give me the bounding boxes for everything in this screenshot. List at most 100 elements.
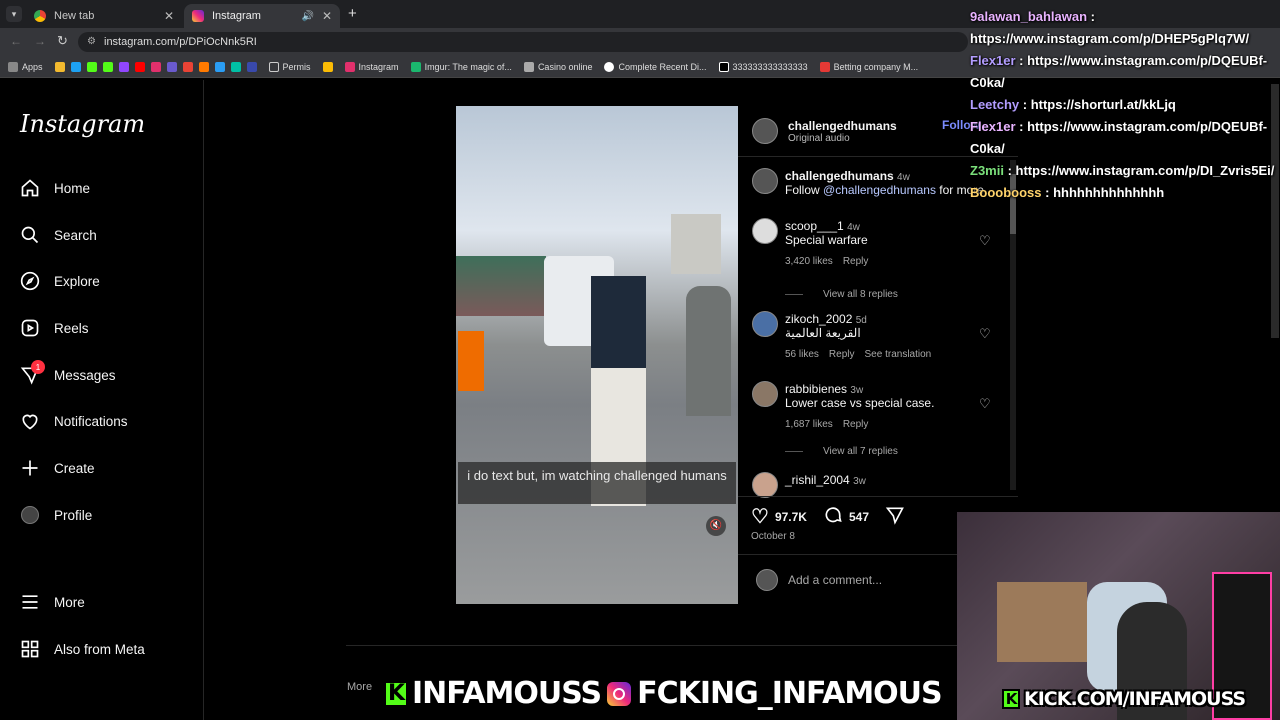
messages-badge: 1 — [31, 360, 45, 374]
github-icon — [604, 61, 615, 72]
bookmark-github[interactable]: Complete Recent Di... — [604, 61, 707, 72]
bookmark-chart[interactable] — [322, 61, 333, 72]
nav-also-from-meta[interactable]: Also from Meta — [20, 636, 145, 662]
site-info-icon[interactable]: ⚙ — [87, 36, 96, 47]
instagram-logo-icon — [605, 679, 634, 708]
comment-avatar[interactable] — [752, 311, 778, 337]
comment-username[interactable]: zikoch_2002 — [785, 312, 852, 326]
comment-count[interactable]: 547 — [849, 510, 869, 524]
nav-explore[interactable]: Explore — [20, 268, 100, 294]
comment-username[interactable]: _rishil_2004 — [785, 473, 850, 487]
share-icon[interactable] — [885, 505, 905, 528]
twitch-icon — [118, 61, 129, 72]
caption-mention[interactable]: @challengedhumans — [823, 183, 936, 197]
comment-avatar[interactable] — [752, 472, 778, 498]
nav-label: Profile — [54, 507, 93, 523]
avatar-icon — [20, 505, 40, 525]
chat-username: Flex1er — [970, 53, 1016, 68]
nav-reels[interactable]: Reels — [20, 315, 89, 341]
kick-logo-icon: K — [384, 680, 408, 707]
reload-icon[interactable]: ↻ — [57, 33, 68, 49]
nav-search[interactable]: Search — [20, 222, 97, 248]
meta-grid-icon — [20, 639, 40, 659]
new-tab-button[interactable]: + — [348, 5, 357, 22]
reply-button[interactable]: Reply — [843, 419, 869, 430]
comment-username[interactable]: scoop___1 — [785, 219, 844, 233]
see-translation-button[interactable]: See translation — [865, 349, 932, 360]
comment-username[interactable]: rabbibienes — [785, 382, 847, 396]
nav-label: Notifications — [54, 413, 128, 429]
bookmark-betting[interactable]: Betting company M... — [819, 61, 919, 72]
address-bar[interactable]: ⚙ instagram.com/p/DPiOcNnk5RI — [78, 32, 968, 52]
close-tab-icon[interactable]: ✕ — [164, 9, 174, 23]
like-comment-icon[interactable]: ♡ — [979, 233, 991, 249]
comment: rabbibienes 3w Lower case vs special cas… — [785, 382, 934, 440]
bookmark-casino[interactable]: Casino online — [523, 61, 592, 72]
author-avatar[interactable] — [752, 118, 778, 144]
tab-new-tab[interactable]: New tab ✕ — [26, 4, 182, 28]
more-posts-label: More — [347, 681, 373, 693]
author-username[interactable]: challengedhumans — [788, 119, 897, 133]
comment-avatar[interactable] — [752, 381, 778, 407]
action-bar: ♡ 97.7K 547 — [751, 504, 905, 529]
comment: scoop___1 4w Special warfare 3,420 likes… — [785, 219, 868, 277]
caption-text-prefix: Follow — [785, 183, 824, 197]
nav-home[interactable]: Home — [20, 175, 90, 201]
nav-notifications[interactable]: Notifications — [20, 408, 128, 434]
view-replies-label: View all 7 replies — [823, 446, 898, 457]
back-icon[interactable]: ← — [10, 34, 22, 48]
close-tab-icon[interactable]: ✕ — [322, 9, 332, 23]
original-audio[interactable]: Original audio — [788, 133, 897, 144]
comment-likes[interactable]: 56 likes — [785, 349, 819, 360]
comment-text: Special warfare — [785, 233, 868, 247]
tab-search-icon[interactable]: ▾ — [6, 6, 22, 22]
comment-icon[interactable] — [823, 505, 843, 528]
forward-icon[interactable]: → — [34, 34, 46, 48]
nav-profile[interactable]: Profile — [20, 502, 92, 528]
like-icon[interactable]: ♡ — [751, 504, 769, 529]
tab-instagram[interactable]: Instagram 🔊 ✕ — [184, 4, 340, 28]
comment-avatar[interactable] — [752, 218, 778, 244]
bookmark-icons[interactable] — [54, 61, 257, 72]
chat-message: Flex1er : https://www.instagram.com/p/DQ… — [970, 119, 1268, 156]
comment-age: 3w — [853, 476, 866, 487]
mute-icon[interactable]: 🔇 — [706, 516, 726, 536]
comment-likes[interactable]: 3,420 likes — [785, 256, 833, 267]
instagram-icon — [192, 10, 204, 22]
view-replies[interactable]: View all 7 replies — [785, 446, 898, 457]
caption-username[interactable]: challengedhumans — [785, 169, 894, 183]
bookmark-imgur[interactable]: Imgur: The magic of... — [410, 61, 512, 72]
view-replies-label: View all 8 replies — [823, 289, 898, 300]
reply-button[interactable]: Reply — [829, 349, 855, 360]
bookmark-x[interactable]: 333333333333333 — [718, 61, 808, 72]
bookmark-label: Imgur: The magic of... — [424, 61, 512, 72]
instagram-logo[interactable]: Instagram — [20, 110, 145, 138]
post-video[interactable]: 🔇 — [456, 106, 738, 604]
bookmark-apps[interactable]: Apps — [8, 61, 43, 72]
bookmark-icon — [70, 61, 81, 72]
nav-more[interactable]: More — [20, 589, 85, 615]
heart-icon — [20, 411, 40, 431]
bookmark-label: Betting company M... — [833, 61, 919, 72]
bookmark-permis[interactable]: Permis — [268, 61, 311, 72]
nav-create[interactable]: Create — [20, 455, 95, 481]
bookmark-instagram[interactable]: Instagram — [344, 61, 399, 72]
audio-playing-icon[interactable]: 🔊 — [301, 11, 313, 22]
nav-label: Home — [54, 180, 91, 196]
like-comment-icon[interactable]: ♡ — [979, 396, 991, 412]
building-shape — [671, 214, 721, 274]
comment-likes[interactable]: 1,687 likes — [785, 419, 833, 430]
reply-button[interactable]: Reply — [843, 256, 869, 267]
view-replies[interactable]: View all 8 replies — [785, 289, 898, 300]
like-count[interactable]: 97.7K — [775, 510, 807, 524]
kick-icon — [86, 61, 97, 72]
comments-scrollbar[interactable] — [1010, 160, 1016, 490]
kick-banner: K INFAMOUSS FCKING_INFAMOUS — [384, 676, 943, 711]
instagram-icon — [150, 61, 161, 72]
like-comment-icon[interactable]: ♡ — [979, 326, 991, 342]
caption-avatar[interactable] — [752, 168, 778, 194]
add-comment-input[interactable]: Add a comment... — [788, 573, 882, 587]
card-icon — [523, 61, 534, 72]
bookmark-label: Complete Recent Di... — [618, 61, 707, 72]
bookmark-icon — [819, 61, 830, 72]
